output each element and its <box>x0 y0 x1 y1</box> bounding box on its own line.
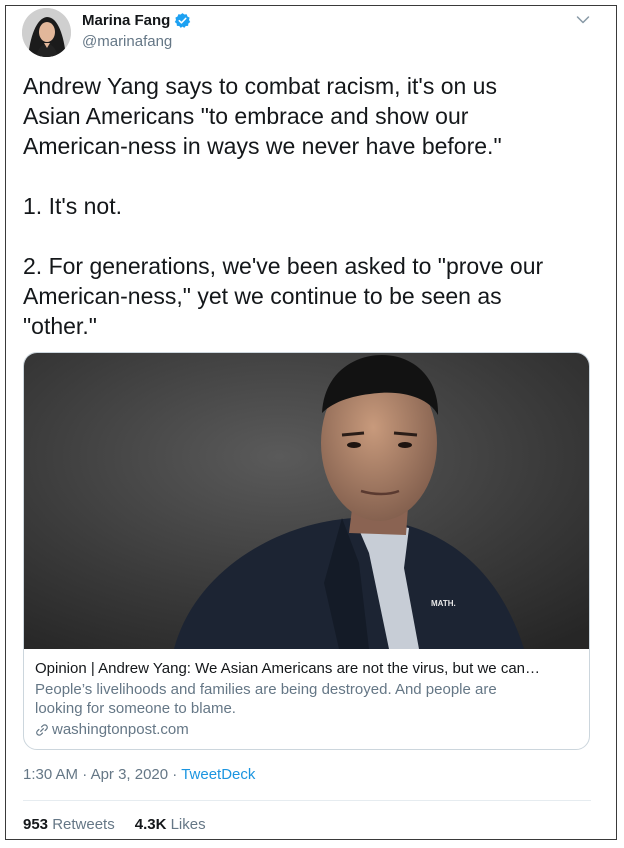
card-description-line: People’s livelihoods and families are be… <box>35 681 497 698</box>
tweet-point-2-line: American-ness," yet we continue to be se… <box>23 283 502 309</box>
separator: · <box>168 766 182 783</box>
author-name-row: Marina Fang <box>82 12 191 29</box>
tweet-source-link[interactable]: TweetDeck <box>181 766 255 783</box>
retweets-label: Retweets <box>48 816 115 833</box>
divider <box>23 800 591 801</box>
profile-photo <box>22 8 71 57</box>
retweets-count: 953 <box>23 816 49 833</box>
verified-badge-icon <box>175 13 191 28</box>
chevron-down-icon[interactable] <box>575 12 591 28</box>
likes-stat[interactable]: 4.3K Likes <box>135 816 206 833</box>
card-image[interactable]: MATH. <box>24 353 590 649</box>
card-description-line: looking for someone to blame. <box>35 700 236 717</box>
tweet-point-2-line: 2. For generations, we've been asked to … <box>23 253 544 279</box>
tweet-line: American-ness in ways we never have befo… <box>23 133 502 159</box>
engagement-stats: 953 Retweets 4.3K Likes <box>23 816 206 833</box>
tweet-text: Andrew Yang says to combat racism, it's … <box>23 71 603 341</box>
likes-label: Likes <box>166 816 206 833</box>
shirt-text: MATH. <box>431 599 456 608</box>
display-name[interactable]: Marina Fang <box>82 12 170 29</box>
link-icon <box>36 723 48 736</box>
tweet-time[interactable]: 1:30 AM <box>23 766 78 783</box>
tweet-metadata: 1:30 AM · Apr 3, 2020 · TweetDeck <box>23 766 255 783</box>
avatar[interactable] <box>22 8 71 57</box>
separator: · <box>78 766 91 783</box>
tweet-point-1: 1. It's not. <box>23 193 122 219</box>
user-handle[interactable]: @marinafang <box>82 33 172 50</box>
card-description: People’s livelihoods and families are be… <box>35 680 555 718</box>
card-domain[interactable]: washingtonpost.com <box>35 720 189 739</box>
tweet-date[interactable]: Apr 3, 2020 <box>91 766 169 783</box>
card-title[interactable]: Opinion | Andrew Yang: We Asian American… <box>35 659 580 678</box>
retweets-stat[interactable]: 953 Retweets <box>23 816 115 833</box>
likes-count: 4.3K <box>134 816 167 833</box>
card-domain-text: washingtonpost.com <box>52 721 189 738</box>
tweet-line: Andrew Yang says to combat racism, it's … <box>23 73 497 99</box>
tweet-point-2-line: "other." <box>23 313 97 339</box>
link-preview-card[interactable]: MATH. Opinion | Andrew Yang: We Asian Am… <box>23 352 590 750</box>
tweet-line: Asian Americans "to embrace and show our <box>23 103 469 129</box>
